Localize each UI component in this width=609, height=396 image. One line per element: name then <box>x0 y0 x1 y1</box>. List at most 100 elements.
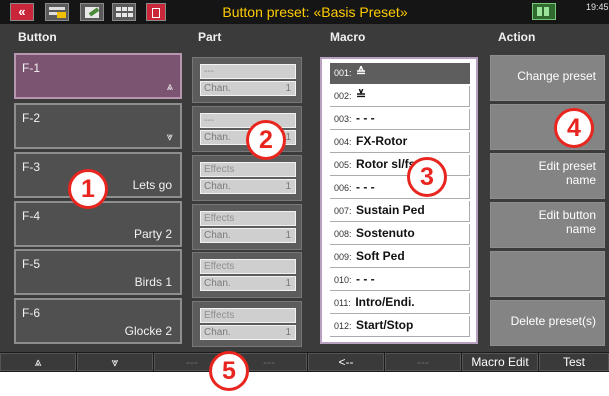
part-slot-3[interactable]: Effects Chan. 1 <box>192 155 302 201</box>
macro-name: - - - <box>355 272 375 286</box>
function-button-name: F-4 <box>22 209 40 223</box>
macro-name: Start/Stop <box>355 318 414 332</box>
macro-row-012[interactable]: 012: Start/Stop <box>330 316 470 337</box>
function-button-f5[interactable]: F-5 Birds 1 <box>14 249 182 295</box>
macro-row-002[interactable]: 002: ≚ <box>330 86 470 107</box>
macro-name: Rotor sl/fs <box>355 157 416 171</box>
edit-preset-name-button[interactable]: Edit preset name <box>490 153 605 199</box>
macro-number: 003: <box>334 114 352 124</box>
function-button-description: Birds 1 <box>134 275 172 289</box>
macro-row-006[interactable]: 006: - - - <box>330 178 470 199</box>
macro-number: 010: <box>334 275 352 285</box>
edit-button-name-button[interactable]: Edit button name <box>490 202 605 248</box>
macro-row-011[interactable]: 011: Intro/Endi. <box>330 293 470 314</box>
channel-label: Chan. <box>204 83 231 94</box>
channel-label: Chan. <box>204 278 231 289</box>
scroll-up-button[interactable]: ⩓ <box>0 353 76 371</box>
macro-number: 009: <box>334 252 352 262</box>
change-preset-button[interactable]: Change preset <box>490 55 605 101</box>
test-button[interactable]: Test <box>539 353 609 371</box>
scroll-down-button[interactable]: ⩔ <box>77 353 153 371</box>
part-channel: Chan. 1 <box>200 276 296 291</box>
function-button-f2[interactable]: F-2 ⩔ <box>14 103 182 149</box>
softkey-label: --- <box>417 355 429 369</box>
back-icon[interactable]: « <box>10 3 34 21</box>
action-button-empty-2[interactable] <box>490 251 605 297</box>
function-button-description: Glocke 2 <box>124 324 172 338</box>
macro-number: 012: <box>334 321 352 331</box>
macro-row-001[interactable]: 001: ≙ <box>330 63 470 84</box>
part-name: Effects <box>200 211 296 226</box>
channel-value: 1 <box>285 181 291 192</box>
chevron-double-down-icon: ≚ <box>355 88 367 102</box>
part-name: --- <box>200 113 296 128</box>
callout-1: 1 <box>68 169 108 209</box>
macro-row-008[interactable]: 008: Sostenuto <box>330 224 470 245</box>
callout-3: 3 <box>407 157 447 197</box>
macro-row-007[interactable]: 007: Sustain Ped <box>330 201 470 222</box>
macro-number: 004: <box>334 137 352 147</box>
action-label: Edit preset <box>538 159 596 173</box>
macro-name: Intro/Endi. <box>355 295 415 309</box>
softkey-6[interactable]: --- <box>385 353 461 371</box>
part-slot-6[interactable]: Effects Chan. 1 <box>192 301 302 347</box>
trash-icon[interactable] <box>146 3 166 21</box>
column-header-button: Button <box>18 30 57 44</box>
part-name: Effects <box>200 162 296 177</box>
macro-name: - - - <box>355 180 375 194</box>
softkey-label: --- <box>186 355 198 369</box>
part-slot-5[interactable]: Effects Chan. 1 <box>192 252 302 298</box>
delete-presets-button[interactable]: Delete preset(s) <box>490 300 605 346</box>
channel-label: Chan. <box>204 181 231 192</box>
macro-row-010[interactable]: 010: - - - <box>330 270 470 291</box>
function-button-f1[interactable]: F-1 ⩓ <box>14 53 182 99</box>
macro-edit-button[interactable]: Macro Edit <box>462 353 538 371</box>
part-name: Effects <box>200 308 296 323</box>
function-button-f4[interactable]: F-4 Party 2 <box>14 201 182 247</box>
action-label: Edit button <box>538 208 596 222</box>
bottom-bar: ⩓ ⩔ --- --- <-- --- Macro Edit Test <box>0 352 609 372</box>
part-channel: Chan. 1 <box>200 228 296 243</box>
chevron-double-up-icon: ≙ <box>355 65 367 79</box>
macro-number: 002: <box>334 91 352 101</box>
channel-label: Chan. <box>204 230 231 241</box>
macro-number: 005: <box>334 160 352 170</box>
macro-number: 001: <box>334 68 352 78</box>
part-channel: Chan. 1 <box>200 179 296 194</box>
callout-5: 5 <box>209 351 249 391</box>
chevron-double-down-icon: ⩔ <box>166 131 173 143</box>
action-label: name <box>565 222 596 236</box>
function-button-name: F-3 <box>22 160 40 174</box>
grid-icon[interactable] <box>112 3 136 21</box>
chevron-double-up-icon: ⩓ <box>166 81 173 93</box>
softkey-label: Macro Edit <box>471 355 529 369</box>
back-glyph: « <box>18 4 26 19</box>
edit-icon[interactable] <box>80 3 104 21</box>
macro-row-003[interactable]: 003: - - - <box>330 109 470 130</box>
chevron-double-up-icon: ⩓ <box>34 355 42 369</box>
action-label: name <box>565 173 596 187</box>
channel-value: 1 <box>285 327 291 338</box>
menu-edit-icon[interactable] <box>45 3 69 21</box>
softkey-label: Test <box>562 355 585 369</box>
macro-list: 001: ≙ 002: ≚ 003: - - - 004: FX-Rotor 0… <box>320 57 478 344</box>
function-button-name: F-6 <box>22 306 40 320</box>
macro-name: - - - <box>355 111 375 125</box>
macro-number: 007: <box>334 206 352 216</box>
macro-number: 008: <box>334 229 352 239</box>
macro-row-005[interactable]: 005: Rotor sl/fs <box>330 155 470 176</box>
channel-label: Chan. <box>204 132 231 143</box>
channel-value: 1 <box>285 230 291 241</box>
clock: 19:45 <box>586 2 609 12</box>
channel-value: 1 <box>285 278 291 289</box>
macro-name: FX-Rotor <box>355 134 408 148</box>
part-slot-4[interactable]: Effects Chan. 1 <box>192 204 302 250</box>
column-header-part: Part <box>198 30 222 44</box>
channel-label: Chan. <box>204 327 231 338</box>
function-button-f6[interactable]: F-6 Glocke 2 <box>14 298 182 344</box>
macro-row-009[interactable]: 009: Soft Ped <box>330 247 470 268</box>
macro-row-004[interactable]: 004: FX-Rotor <box>330 132 470 153</box>
part-slot-1[interactable]: --- Chan. 1 <box>192 57 302 103</box>
back-arrow-button[interactable]: <-- <box>308 353 384 371</box>
channel-value: 1 <box>285 132 291 143</box>
